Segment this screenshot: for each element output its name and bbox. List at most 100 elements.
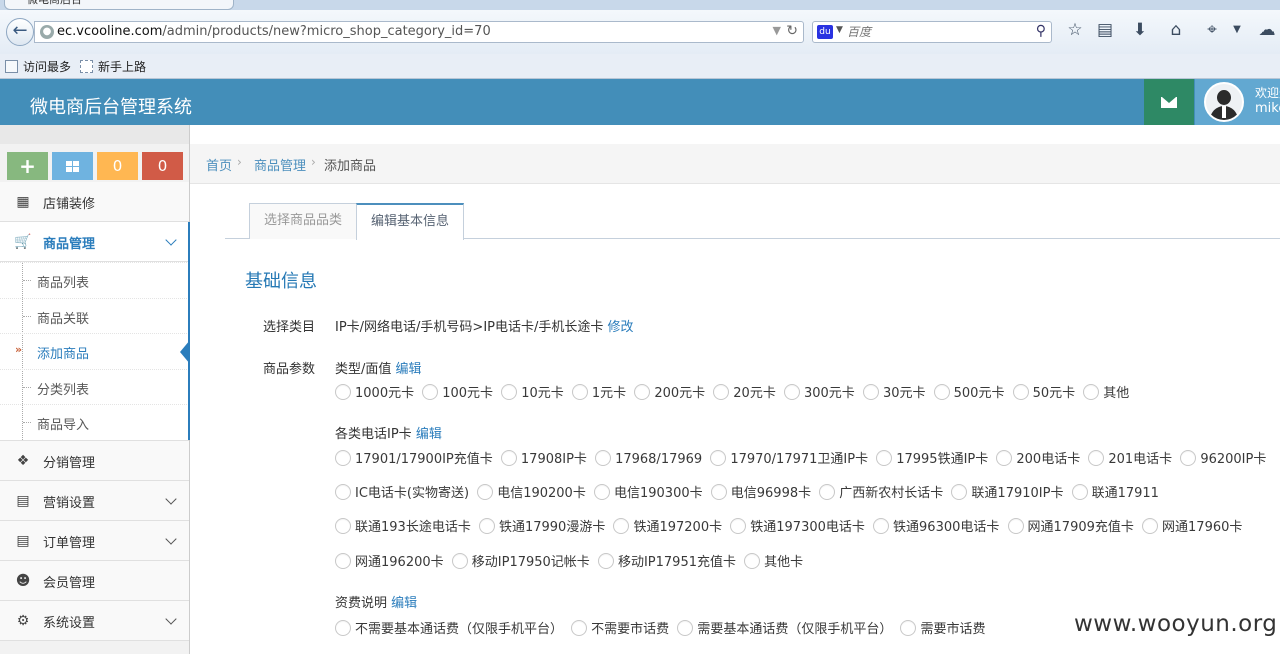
sidebar-item-members[interactable]: ☻ 会员管理 (0, 560, 189, 601)
chat-icon[interactable]: ☁ (1255, 18, 1279, 42)
back-arrow-icon[interactable]: ← (6, 18, 34, 46)
radio-option[interactable]: 铁通96300电话卡 (873, 516, 999, 535)
radio-option[interactable]: 其他卡 (744, 551, 803, 570)
breadcrumb-section[interactable]: 商品管理 (254, 155, 306, 174)
radio-option[interactable]: 不需要市话费 (571, 618, 669, 637)
sidebar-subitem-add-product[interactable]: » 添加商品 (0, 333, 190, 369)
radio-option[interactable]: 500元卡 (933, 382, 1004, 401)
menu-dropdown-icon[interactable]: ▼ (1225, 18, 1249, 42)
radio-option[interactable]: 移动IP17950记帐卡 (451, 551, 590, 570)
edit-link[interactable]: 编辑 (396, 362, 422, 377)
radio-option[interactable]: 广西新农村长话卡 (819, 482, 943, 501)
radio-option[interactable]: 1000元卡 (335, 382, 414, 401)
page-icon (80, 60, 93, 73)
modify-category-link[interactable]: 修改 (608, 320, 634, 335)
tab-select-category[interactable]: 选择商品品类 (249, 203, 357, 239)
search-bar[interactable]: du ▼ ⚲ (812, 21, 1052, 43)
radio-option[interactable]: 铁通197200卡 (613, 516, 722, 535)
radio-option[interactable]: 联通17910IP卡 (951, 482, 1063, 501)
sidebar-item-distribution[interactable]: ❖ 分销管理 (0, 440, 189, 481)
radio-option[interactable]: 网通17909充值卡 (1007, 516, 1134, 535)
home-icon[interactable]: ⌂ (1164, 18, 1188, 42)
bookmark-star-icon[interactable]: ☆ (1063, 18, 1087, 42)
bookmark-getting-started[interactable]: 新手上路 (80, 58, 146, 75)
edit-link[interactable]: 编辑 (391, 596, 417, 611)
bookmark-most-visited[interactable]: 访问最多 (5, 58, 71, 75)
param-group-title: 类型/面值 编辑 (335, 362, 422, 377)
radio-option[interactable]: 17968/17969 (595, 450, 702, 467)
red-count-button[interactable]: 0 (142, 152, 183, 180)
tab-edit-basic-info[interactable]: 编辑基本信息 (356, 203, 464, 240)
radio-option[interactable]: 300元卡 (783, 382, 855, 401)
radio-option[interactable]: 200元卡 (634, 382, 705, 401)
radio-option[interactable]: 不需要基本通话费（仅限手机平台） (335, 618, 563, 637)
search-input[interactable] (847, 24, 1027, 40)
mail-button[interactable] (1144, 79, 1194, 125)
radio-option[interactable]: 100元卡 (422, 382, 493, 401)
bookmarks-list-icon[interactable]: ▤ (1093, 18, 1117, 42)
category-label: 选择类目 (263, 320, 316, 335)
radio-option[interactable]: 17970/17971卫通IP卡 (710, 448, 868, 467)
search-icon[interactable]: ⚲ (1036, 23, 1046, 39)
sidebar-item-system-settings[interactable]: ⚙ 系统设置 (0, 600, 189, 641)
breadcrumb: 首页 › 商品管理 › 添加商品 (190, 144, 1280, 184)
download-icon[interactable]: ⬇ (1128, 18, 1152, 42)
breadcrumb-separator: › (237, 155, 242, 169)
radio-option[interactable]: 网通196200卡 (335, 551, 444, 570)
user-menu[interactable]: 欢迎光临, mike (1195, 79, 1280, 125)
radio-option[interactable]: 50元卡 (1012, 382, 1075, 401)
sidebar-item-orders[interactable]: ▤ 订单管理 (0, 520, 189, 561)
chevron-down-icon (165, 532, 177, 545)
radio-row: 17901/17900IP充值卡 17908IP卡 17968/17969 17… (335, 448, 1280, 468)
document-icon: ▤ (16, 492, 30, 509)
radio-option[interactable]: 铁通197300电话卡 (730, 516, 865, 535)
radio-option[interactable]: 20元卡 (713, 382, 776, 401)
radio-option[interactable]: 铁通17990漫游卡 (478, 516, 605, 535)
radio-option[interactable]: 17908IP卡 (500, 448, 587, 467)
radio-option[interactable]: 移动IP17951充值卡 (597, 551, 736, 570)
sidebar-item-product-management[interactable]: 🛒 商品管理 (0, 222, 190, 262)
sidebar-item-shop-decoration[interactable]: ▦ 店铺装修 (0, 182, 189, 222)
sidebar-subitem-product-import[interactable]: 商品导入 (0, 404, 189, 440)
crop-icon[interactable]: ⌖ (1200, 18, 1224, 42)
radio-option[interactable]: 96200IP卡 (1180, 448, 1266, 467)
radio-option[interactable]: 电信190200卡 (477, 482, 586, 501)
sidebar-subitem-product-list[interactable]: 商品列表 (0, 262, 189, 298)
radio-option[interactable]: 17901/17900IP充值卡 (335, 448, 493, 467)
sidebar-item-marketing[interactable]: ▤ 营销设置 (0, 480, 189, 521)
radio-option[interactable]: 17995铁通IP卡 (876, 448, 988, 467)
sidebar-subitem-category-list[interactable]: 分类列表 (0, 368, 189, 405)
radio-option[interactable]: 联通193长途电话卡 (335, 516, 471, 535)
breadcrumb-home[interactable]: 首页 (206, 155, 232, 174)
reload-icon[interactable]: ↻ (786, 23, 798, 39)
radio-option[interactable]: 网通17960卡 (1142, 516, 1242, 535)
radio-option[interactable]: 需要市话费 (900, 618, 985, 637)
radio-option[interactable]: 需要基本通话费（仅限手机平台） (677, 618, 892, 637)
radio-option[interactable]: 201电话卡 (1088, 448, 1172, 467)
orange-count-button[interactable]: 0 (97, 152, 138, 180)
address-bar[interactable]: ● ec.vcooline.com/admin/products/new?mic… (34, 21, 804, 43)
engine-dropdown-icon[interactable]: ▼ (836, 25, 843, 35)
browser-tab[interactable]: 微电商后台 (4, 0, 234, 10)
radio-option[interactable]: 30元卡 (862, 382, 925, 401)
edit-link[interactable]: 编辑 (416, 427, 442, 442)
radio-option[interactable]: 电信96998卡 (710, 482, 811, 501)
radio-option[interactable]: 200电话卡 (996, 448, 1080, 467)
bookmarks-bar: 访问最多 新手上路 (0, 54, 1280, 79)
radio-option[interactable]: 联通17911 (1071, 482, 1159, 501)
radio-option[interactable]: 电信190300卡 (593, 482, 703, 501)
grid-shortcut-button[interactable] (52, 152, 93, 180)
radio-option[interactable]: 其他 (1083, 382, 1129, 401)
url-dropdown-icon[interactable]: ▼ (773, 24, 781, 37)
bookmark-folder-icon (5, 60, 18, 73)
baidu-icon[interactable]: du (817, 25, 833, 39)
radio-option[interactable]: IC电话卡(实物寄送) (335, 482, 469, 501)
app-title[interactable]: 微电商后台管理系统 (30, 93, 192, 119)
welcome-text: 欢迎光临, mike (1255, 85, 1280, 117)
url-text[interactable]: ec.vcooline.com/admin/products/new?micro… (57, 24, 491, 39)
radio-option[interactable]: 1元卡 (571, 382, 626, 401)
add-shortcut-button[interactable]: + (7, 152, 48, 180)
product-submenu: 商品列表 商品关联 » 添加商品 分类列表 商品导入 (0, 262, 190, 441)
radio-option[interactable]: 10元卡 (501, 382, 564, 401)
sidebar-subitem-product-relation[interactable]: 商品关联 (0, 297, 189, 334)
